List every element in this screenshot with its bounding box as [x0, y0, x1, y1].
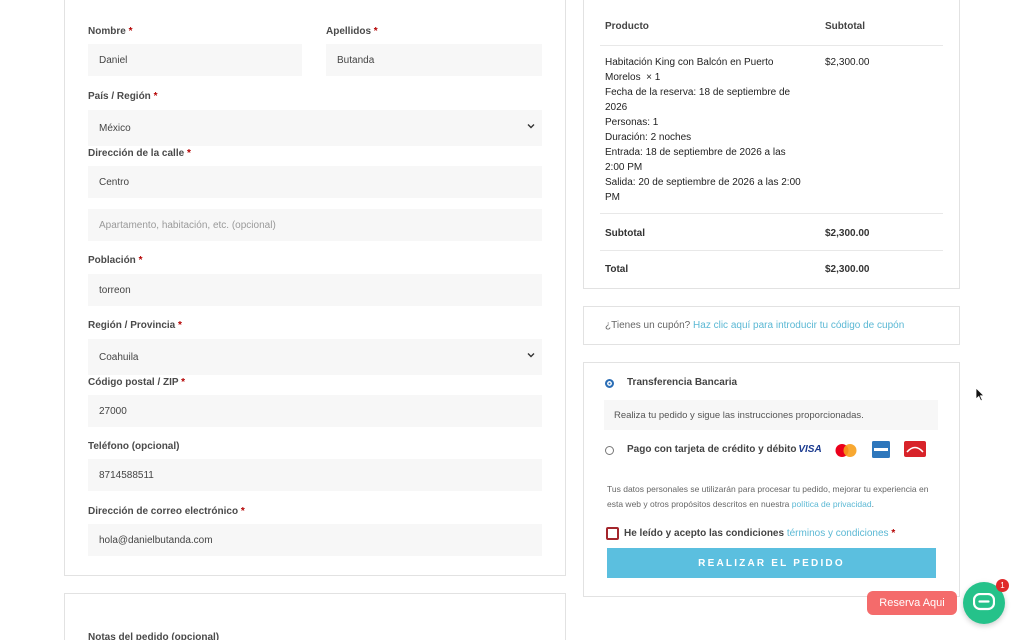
subtotal-label: Subtotal: [605, 228, 645, 239]
order-item-detail: Personas: 1: [605, 117, 659, 128]
email-label: Dirección de correo electrónico *: [88, 506, 245, 517]
chat-notification-badge: 1: [996, 579, 1009, 592]
privacy-line-2: esta web y otros propósitos descritos en…: [607, 499, 790, 509]
terms-checkbox[interactable]: [606, 527, 619, 540]
privacy-text: Tus datos personales se utilizarán para …: [607, 482, 928, 512]
country-label: País / Región *: [88, 91, 158, 102]
chat-bubble-icon: [973, 593, 995, 611]
email-input[interactable]: hola@danielbutanda.com: [88, 524, 542, 556]
order-item-price: $2,300.00: [825, 57, 870, 68]
order-item-detail: Fecha de la reserva: 18 de septiembre de: [605, 87, 791, 98]
order-item-detail: Entrada: 18 de septiembre de 2026 a las: [605, 147, 786, 158]
bank-transfer-description: Realiza tu pedido y sigue las instruccio…: [614, 410, 864, 421]
order-item: Habitación King con Balcón en Puerto Mor…: [605, 55, 805, 205]
carnet-icon: [904, 441, 926, 457]
subtotal-column-header: Subtotal: [825, 21, 865, 32]
street-label: Dirección de la calle *: [88, 148, 191, 159]
phone-label: Teléfono (opcional): [88, 441, 180, 452]
divider: [600, 250, 943, 251]
last-name-input[interactable]: Butanda: [326, 44, 542, 76]
city-label: Población *: [88, 255, 143, 266]
order-item-detail: 2:00 PM: [605, 162, 643, 173]
subtotal-value: $2,300.00: [825, 228, 870, 239]
order-item-detail: 2026: [605, 102, 628, 113]
chevron-down-icon: [527, 124, 535, 129]
street-input[interactable]: Centro: [88, 166, 542, 198]
apartment-input[interactable]: Apartamento, habitación, etc. (opcional): [88, 209, 542, 241]
amex-icon: [872, 441, 890, 458]
first-name-label: Nombre *: [88, 26, 133, 37]
phone-input[interactable]: 8714588511: [88, 459, 542, 491]
mastercard-icon: [835, 444, 857, 457]
zip-label: Código postal / ZIP *: [88, 377, 186, 388]
order-item-qty: × 1: [646, 72, 661, 83]
visa-icon: VISA: [798, 444, 822, 455]
card-payment-radio[interactable]: [605, 446, 614, 455]
zip-input[interactable]: 27000: [88, 395, 542, 427]
state-label: Región / Provincia *: [88, 320, 182, 331]
total-label: Total: [605, 264, 629, 275]
place-order-button[interactable]: REALIZAR EL PEDIDO: [607, 548, 936, 578]
cursor-icon: [975, 387, 985, 402]
coupon-notice: ¿Tienes un cupón? Haz clic aquí para int…: [605, 320, 904, 331]
order-item-detail: Salida: 20 de septiembre de 2026 a las 2…: [605, 177, 801, 188]
divider: [600, 45, 943, 46]
privacy-line-1: Tus datos personales se utilizarán para …: [607, 484, 929, 494]
chevron-down-icon: [527, 353, 535, 358]
order-notes-label: Notas del pedido (opcional): [88, 632, 220, 640]
total-value: $2,300.00: [825, 264, 870, 275]
order-item-name-cont: Morelos × 1: [605, 72, 661, 83]
first-name-input[interactable]: Daniel: [88, 44, 302, 76]
coupon-link[interactable]: Haz clic aquí para introducir tu código …: [693, 320, 904, 331]
last-name-label: Apellidos *: [326, 26, 378, 37]
chat-label-pill[interactable]: Reserva Aqui: [867, 591, 957, 615]
state-select[interactable]: Coahuila: [88, 339, 542, 375]
country-select[interactable]: México: [88, 110, 542, 146]
terms-required: *: [891, 528, 896, 539]
privacy-suffix: .: [871, 499, 874, 509]
terms-text: He leído y acepto las condiciones términ…: [624, 528, 895, 539]
bank-transfer-radio[interactable]: [605, 379, 614, 388]
order-item-detail: PM: [605, 192, 620, 203]
city-input[interactable]: torreon: [88, 274, 542, 306]
coupon-question: ¿Tienes un cupón?: [605, 320, 691, 331]
product-column-header: Producto: [605, 21, 649, 32]
card-payment-label[interactable]: Pago con tarjeta de crédito y débito: [627, 444, 796, 455]
terms-link[interactable]: términos y condiciones: [787, 528, 889, 539]
order-item-detail: Duración: 2 noches: [605, 132, 692, 143]
order-item-name: Habitación King con Balcón en Puerto: [605, 57, 774, 68]
privacy-policy-link[interactable]: política de privacidad: [792, 499, 872, 509]
divider: [600, 213, 943, 214]
bank-transfer-label[interactable]: Transferencia Bancaria: [627, 377, 737, 388]
terms-prefix: He leído y acepto las condiciones: [624, 528, 785, 539]
